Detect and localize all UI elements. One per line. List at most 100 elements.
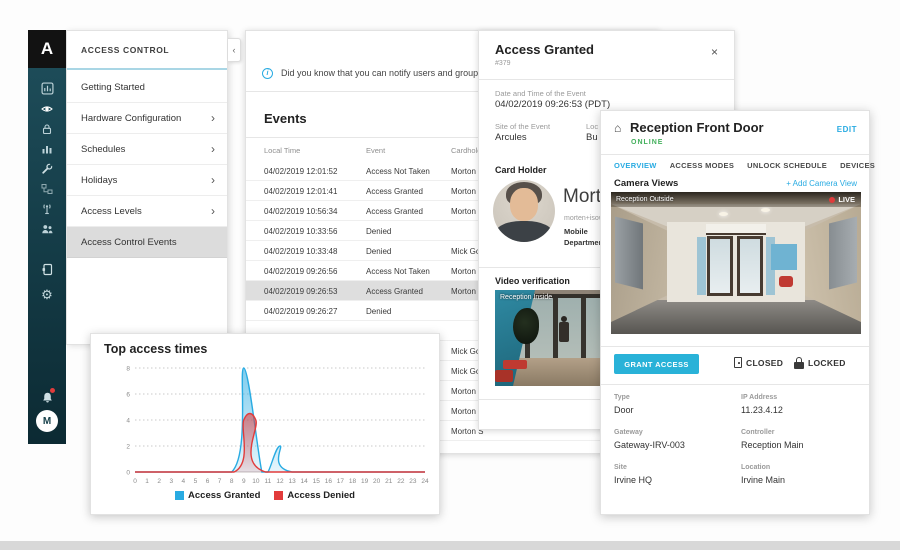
access-times-chart: 0246801234567891011121314151617181920212…	[99, 360, 433, 490]
svg-text:4: 4	[182, 478, 186, 485]
status-badge: ONLINE	[631, 139, 663, 146]
info-icon: i	[262, 68, 273, 79]
svg-text:0: 0	[126, 470, 130, 477]
grant-access-button[interactable]: GRANT ACCESS	[614, 354, 699, 374]
tab[interactable]: OVERVIEW	[614, 161, 657, 170]
scene-detail	[513, 308, 539, 344]
chevron-right-icon: ›	[211, 112, 215, 124]
menu-item[interactable]: Access Control Events ›	[67, 227, 227, 258]
lock-icon[interactable]	[28, 121, 66, 137]
svg-text:22: 22	[397, 478, 405, 485]
cell-event: Access Granted	[366, 287, 423, 296]
gear-icon[interactable]: ⚙	[28, 286, 66, 302]
divider	[601, 346, 869, 347]
cell-time: 04/02/2019 09:26:53	[264, 287, 337, 296]
add-camera-view-link[interactable]: + Add Camera View	[786, 179, 857, 188]
cell-event: Denied	[366, 227, 391, 236]
scene-detail	[829, 217, 857, 290]
detail-value: Irvine HQ	[614, 475, 741, 485]
chevron-right-icon: ›	[211, 174, 215, 186]
tab[interactable]: DEVICES	[840, 161, 875, 170]
scene-detail	[706, 224, 766, 235]
svg-text:9: 9	[242, 478, 246, 485]
dashboard-icon[interactable]	[28, 80, 66, 96]
camera-view-reception-outside[interactable]: Reception Outside LIVE	[611, 192, 861, 334]
camera-name-label: Reception Inside	[500, 294, 552, 301]
chevron-right-icon: ›	[211, 143, 215, 155]
network-icon[interactable]	[28, 181, 66, 197]
tab[interactable]: UNLOCK SCHEDULE	[747, 161, 827, 170]
live-label: LIVE	[838, 195, 855, 204]
scene-detail	[779, 276, 793, 287]
menu-underline	[67, 68, 227, 70]
menu-item-label: Access Levels	[81, 206, 142, 217]
detail-label: IP Address	[741, 394, 858, 401]
scene-detail	[771, 244, 797, 270]
legend-item: Access Granted	[175, 490, 260, 501]
live-badge: LIVE	[829, 195, 855, 204]
close-icon[interactable]: ×	[711, 45, 718, 59]
notifications-bell-icon[interactable]	[28, 388, 66, 406]
svg-text:24: 24	[421, 478, 429, 485]
divider	[601, 384, 869, 385]
people-icon[interactable]	[28, 221, 66, 237]
cell-event: Denied	[366, 247, 391, 256]
scene-detail	[611, 300, 861, 334]
legend-swatch	[274, 491, 283, 500]
chevron-right-icon: ›	[211, 205, 215, 217]
svg-text:10: 10	[252, 478, 260, 485]
cell-time: 04/02/2019 10:33:48	[264, 247, 337, 256]
detail-value: Reception Main	[741, 440, 858, 450]
broadcast-tower-icon[interactable]	[28, 201, 66, 217]
cell-event: Denied	[366, 307, 391, 316]
home-icon: ⌂	[614, 121, 621, 135]
svg-text:17: 17	[337, 478, 345, 485]
menu-item[interactable]: Getting Started ›	[67, 72, 227, 103]
tab[interactable]: ACCESS MODES	[670, 161, 734, 170]
svg-text:2: 2	[157, 478, 161, 485]
cell-event: Access Not Taken	[366, 267, 430, 276]
detail-label: Type	[614, 394, 741, 401]
menu-item-label: Getting Started	[81, 82, 145, 93]
svg-text:12: 12	[276, 478, 284, 485]
location-label: Loc	[586, 122, 598, 131]
menu-collapse-button[interactable]: ‹	[228, 38, 241, 62]
door-exit-icon[interactable]	[28, 261, 66, 277]
scene-detail	[707, 236, 733, 296]
detail-field: Type Door	[614, 394, 741, 415]
svg-text:18: 18	[349, 478, 357, 485]
detail-field: Site Irvine HQ	[614, 464, 741, 485]
door-locked-status: LOCKED	[794, 357, 846, 369]
chart-title: Top access times	[104, 342, 207, 356]
svg-text:11: 11	[265, 478, 272, 485]
svg-text:5: 5	[194, 478, 198, 485]
scene-detail	[761, 208, 770, 212]
edit-button[interactable]: EDIT	[837, 125, 857, 134]
scene-detail	[503, 360, 527, 369]
notification-dot	[50, 388, 55, 393]
camera-view-reception-inside[interactable]: Reception Inside	[495, 290, 617, 386]
camera-views-label: Camera Views	[614, 178, 678, 189]
cell-event: Access Granted	[366, 187, 423, 196]
app-sidebar: A ⚙	[28, 30, 66, 444]
user-avatar[interactable]: M	[36, 410, 58, 432]
menu-item[interactable]: Schedules ›	[67, 134, 227, 165]
wrench-icon[interactable]	[28, 161, 66, 177]
cell-event: Access Not Taken	[366, 167, 430, 176]
menu-item[interactable]: Hardware Configuration ›	[67, 103, 227, 134]
menu-item[interactable]: Access Levels ›	[67, 196, 227, 227]
mobile-label: Mobile	[564, 227, 588, 236]
eye-icon[interactable]	[28, 101, 66, 117]
column-header-event: Event	[366, 146, 385, 155]
cell-time: 04/02/2019 09:26:27	[264, 307, 337, 316]
bar-chart-icon[interactable]	[28, 141, 66, 157]
door-title: Reception Front Door	[630, 120, 764, 135]
menu-item-label: Hardware Configuration	[81, 113, 181, 124]
menu-title: ACCESS CONTROL	[81, 31, 169, 68]
menu-item-label: Holidays	[81, 175, 117, 186]
cell-time: 04/02/2019 09:26:56	[264, 267, 337, 276]
app-window: A ⚙	[0, 0, 900, 550]
detail-field: Location Irvine Main	[741, 464, 858, 485]
menu-item[interactable]: Holidays ›	[67, 165, 227, 196]
svg-text:2: 2	[126, 444, 130, 451]
